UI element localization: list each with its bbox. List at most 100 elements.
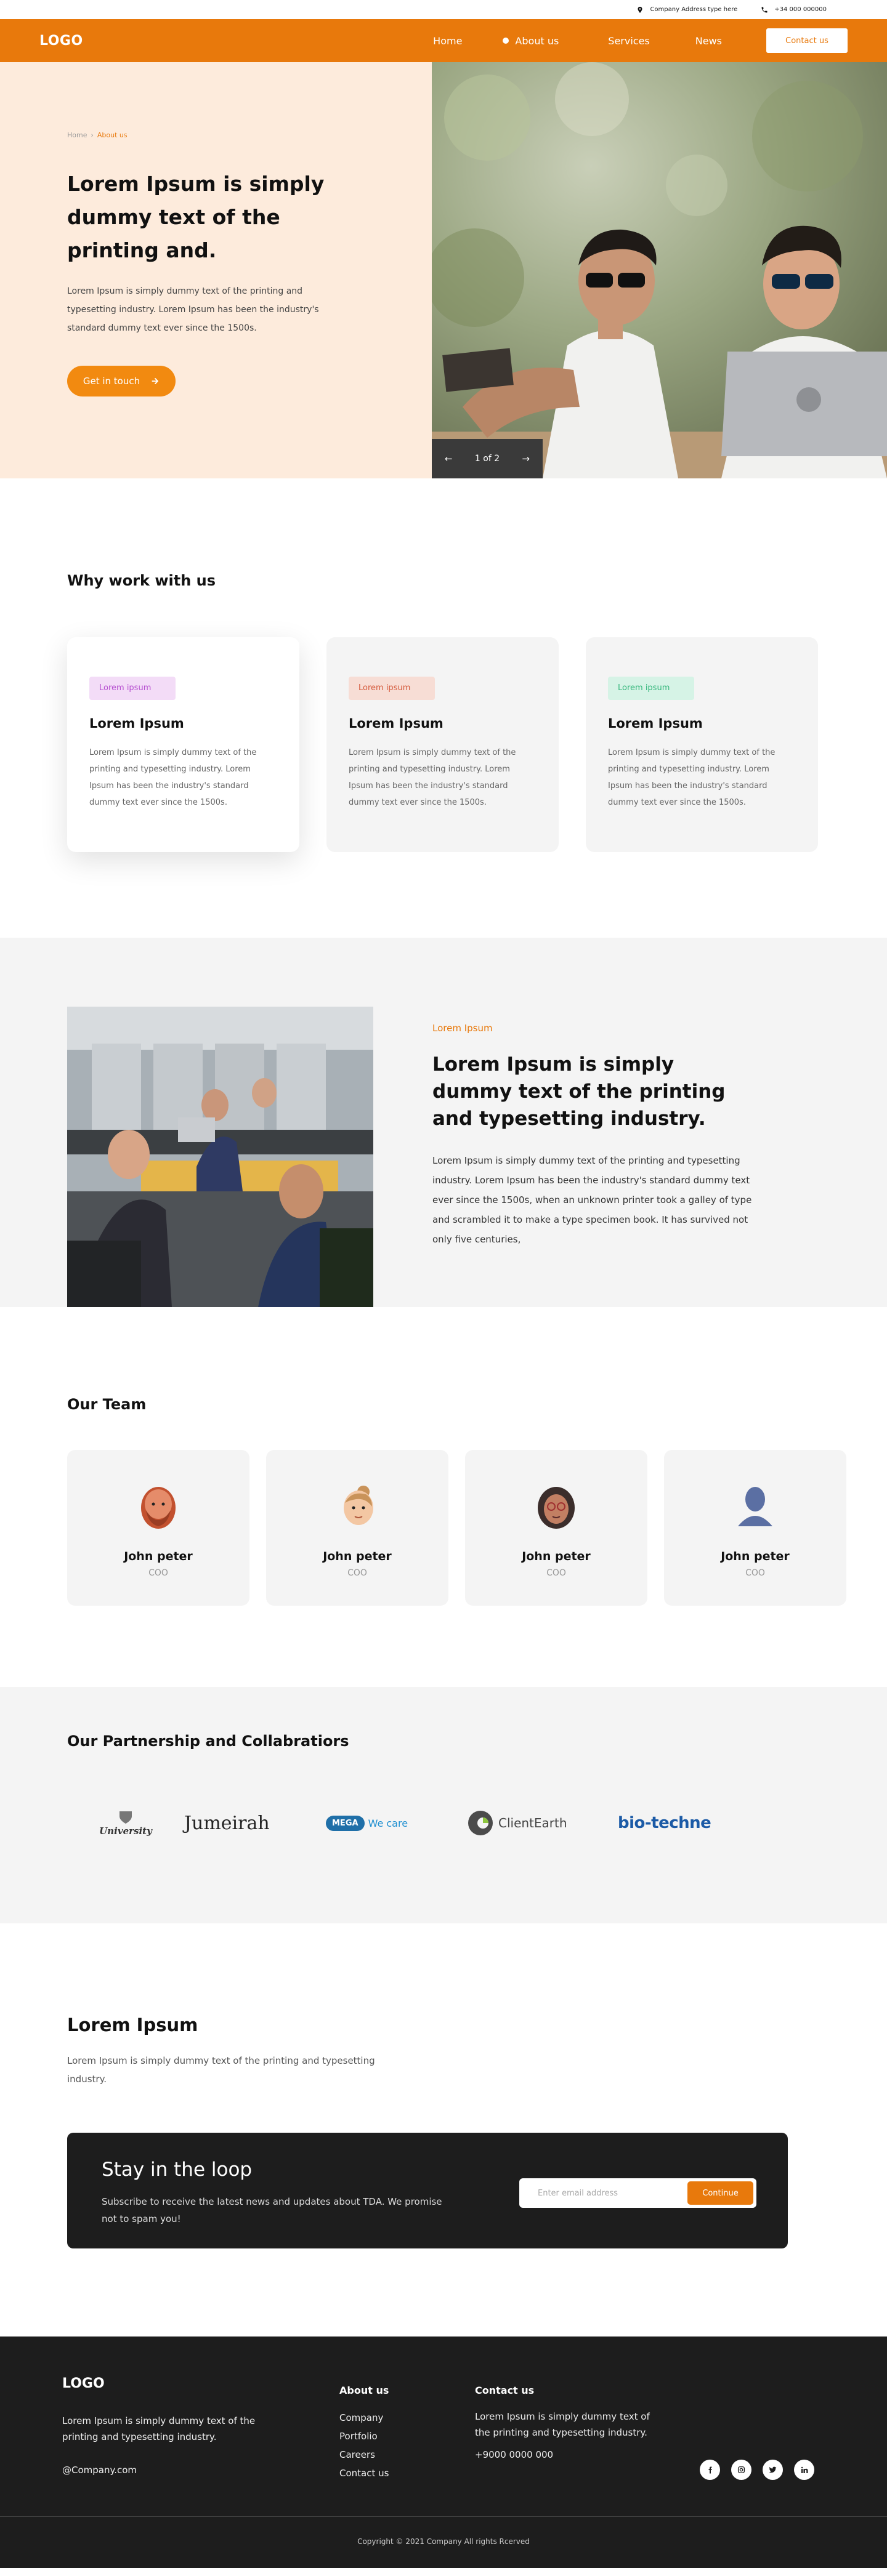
nav-link-services[interactable]: Services <box>608 35 649 47</box>
nav-link-home[interactable]: Home <box>433 35 462 47</box>
footer-link-company[interactable]: Company <box>339 2409 389 2427</box>
instagram-icon[interactable] <box>731 2460 751 2480</box>
partner-logo-university: University <box>67 1809 184 1837</box>
about-eyebrow: Lorem Ipsum <box>432 1023 493 1034</box>
about-section: Lorem Ipsum Lorem Ipsum is simply dummy … <box>0 938 887 1307</box>
twitter-icon[interactable] <box>763 2460 783 2480</box>
continue-button[interactable]: Continue <box>687 2181 753 2205</box>
footer-contact-heading: Contact us <box>475 2385 535 2396</box>
card-text: Lorem Ipsum is simply dummy text of the … <box>349 748 516 807</box>
cta-text: Lorem Ipsum is simply dummy text of the … <box>67 2055 375 2085</box>
footer-link-careers[interactable]: Careers <box>339 2445 389 2464</box>
breadcrumb: Home › About us <box>67 131 432 139</box>
team-cards: John peter COO John peter COO John peter… <box>67 1450 887 1606</box>
clientearth-mark-icon <box>468 1811 493 1835</box>
team-section: Our Team John peter COO John peter COO J… <box>0 1307 887 1687</box>
carousel-prev-arrow-icon[interactable]: ← <box>441 453 456 464</box>
about-title: Lorem Ipsum is simply dummy text of the … <box>432 1053 726 1130</box>
newsletter-title: Stay in the loop <box>102 2159 253 2181</box>
office-meeting-photo <box>67 1007 373 1307</box>
avatar-placeholder <box>738 1487 772 1526</box>
contact-us-button[interactable]: Contact us <box>766 28 848 53</box>
partners-section: Our Partnership and Collabratiors Univer… <box>0 1687 887 1923</box>
logo[interactable]: LOGO <box>39 33 83 49</box>
partner-logo-mega: MEGA We care <box>326 1815 466 1831</box>
cta-title: Lorem Ipsum <box>67 2015 198 2035</box>
university-crest-icon <box>119 1811 132 1824</box>
breadcrumb-home[interactable]: Home <box>67 131 87 139</box>
team-member-card[interactable]: John peter COO <box>266 1450 448 1606</box>
partner-logo-jumeirah: Jumeirah <box>184 1812 270 1834</box>
footer-divider <box>0 2516 887 2517</box>
about-image <box>67 1007 373 1307</box>
card-text: Lorem Ipsum is simply dummy text of the … <box>89 748 257 807</box>
get-in-touch-button[interactable]: Get in touch <box>67 366 176 396</box>
hero-section: Home › About us Lorem Ipsum is simply du… <box>0 62 887 478</box>
address-item: Company Address type here <box>636 6 737 14</box>
about-content: Lorem Ipsum Lorem Ipsum is simply dummy … <box>432 1007 765 1307</box>
card-tag: Lorem ipsum <box>89 677 176 700</box>
member-name: John peter <box>721 1550 790 1563</box>
partner-logo-biotechne: bio-techne <box>618 1814 711 1832</box>
newsletter-text: Subscribe to receive the latest news and… <box>102 2196 442 2224</box>
member-role: COO <box>347 1568 367 1578</box>
linkedin-icon[interactable] <box>794 2460 814 2480</box>
nav-link-about-label: About us <box>515 34 559 47</box>
team-title: Our Team <box>67 1396 147 1413</box>
phone-icon <box>761 7 768 12</box>
team-member-card[interactable]: John peter COO <box>664 1450 846 1606</box>
member-name: John peter <box>522 1550 591 1563</box>
main-nav: LOGO Home About us Services News Contact… <box>0 19 887 62</box>
carousel-next-arrow-icon[interactable]: → <box>519 453 533 464</box>
footer-logo[interactable]: LOGO <box>62 2376 105 2391</box>
newsletter-box: Stay in the loop Subscribe to receive th… <box>67 2133 788 2248</box>
copyright-text: Copyright © 2021 Company All rights Rcer… <box>357 2537 530 2546</box>
footer-contact-column: Contact us Lorem Ipsum is simply dummy t… <box>475 2385 660 2464</box>
breadcrumb-separator-icon: › <box>91 131 94 139</box>
top-info-bar: Company Address type here +34 000 000000 <box>0 0 887 19</box>
card-title: Lorem Ipsum <box>608 716 703 731</box>
location-pin-icon <box>638 6 642 13</box>
email-input[interactable] <box>538 2188 687 2198</box>
avatar <box>141 1487 176 1529</box>
member-name: John peter <box>124 1550 193 1563</box>
why-work-section: Why work with us Lorem ipsum Lorem Ipsum… <box>0 478 887 938</box>
footer-link-contact[interactable]: Contact us <box>339 2464 389 2482</box>
breadcrumb-current: About us <box>97 131 128 139</box>
footer-about-heading: About us <box>339 2385 389 2396</box>
footer-link-portfolio[interactable]: Portfolio <box>339 2427 389 2445</box>
hero-title: Lorem Ipsum is simply dummy text of the … <box>67 172 325 262</box>
carousel-counter: 1 of 2 <box>474 454 500 464</box>
card-tag: Lorem ipsum <box>608 677 694 700</box>
hero-photo-two-men-laptop <box>432 62 887 478</box>
address-text: Company Address type here <box>650 6 738 13</box>
get-in-touch-label: Get in touch <box>83 376 140 387</box>
facebook-icon[interactable] <box>700 2460 720 2480</box>
card-text: Lorem Ipsum is simply dummy text of the … <box>608 748 776 807</box>
team-member-card[interactable]: John peter COO <box>465 1450 647 1606</box>
why-work-title: Why work with us <box>67 572 216 589</box>
why-cards: Lorem ipsum Lorem Ipsum Lorem Ipsum is s… <box>67 637 887 852</box>
nav-link-about[interactable]: About us <box>503 35 559 47</box>
partner-logo-clientearth: ClientEarth <box>466 1809 618 1837</box>
why-card[interactable]: Lorem ipsum Lorem Ipsum Lorem Ipsum is s… <box>326 637 559 852</box>
member-role: COO <box>148 1568 168 1578</box>
partners-title: Our Partnership and Collabratiors <box>67 1733 349 1750</box>
social-links <box>700 2460 814 2480</box>
footer-email[interactable]: @Company.com <box>62 2465 137 2476</box>
why-card[interactable]: Lorem ipsum Lorem Ipsum Lorem Ipsum is s… <box>586 637 818 852</box>
footer-contact-text: Lorem Ipsum is simply dummy text of the … <box>475 2411 650 2438</box>
card-title: Lorem Ipsum <box>89 716 184 731</box>
phone-item: +34 000 000000 <box>761 6 827 14</box>
member-role: COO <box>546 1568 566 1578</box>
partner-logos: University Jumeirah MEGA We care ClientE… <box>67 1809 887 1837</box>
team-member-card[interactable]: John peter COO <box>67 1450 249 1606</box>
hero-description: Lorem Ipsum is simply dummy text of the … <box>67 286 319 333</box>
cta-section: Lorem Ipsum Lorem Ipsum is simply dummy … <box>0 1923 887 2337</box>
hero-content: Home › About us Lorem Ipsum is simply du… <box>0 62 432 478</box>
footer-about-column: About us Company Portfolio Careers Conta… <box>339 2385 389 2482</box>
avatar <box>344 1486 373 1525</box>
footer-contact-phone[interactable]: +9000 0000 000 <box>475 2445 660 2464</box>
why-card[interactable]: Lorem ipsum Lorem Ipsum Lorem Ipsum is s… <box>67 637 299 852</box>
nav-link-news[interactable]: News <box>695 35 722 47</box>
